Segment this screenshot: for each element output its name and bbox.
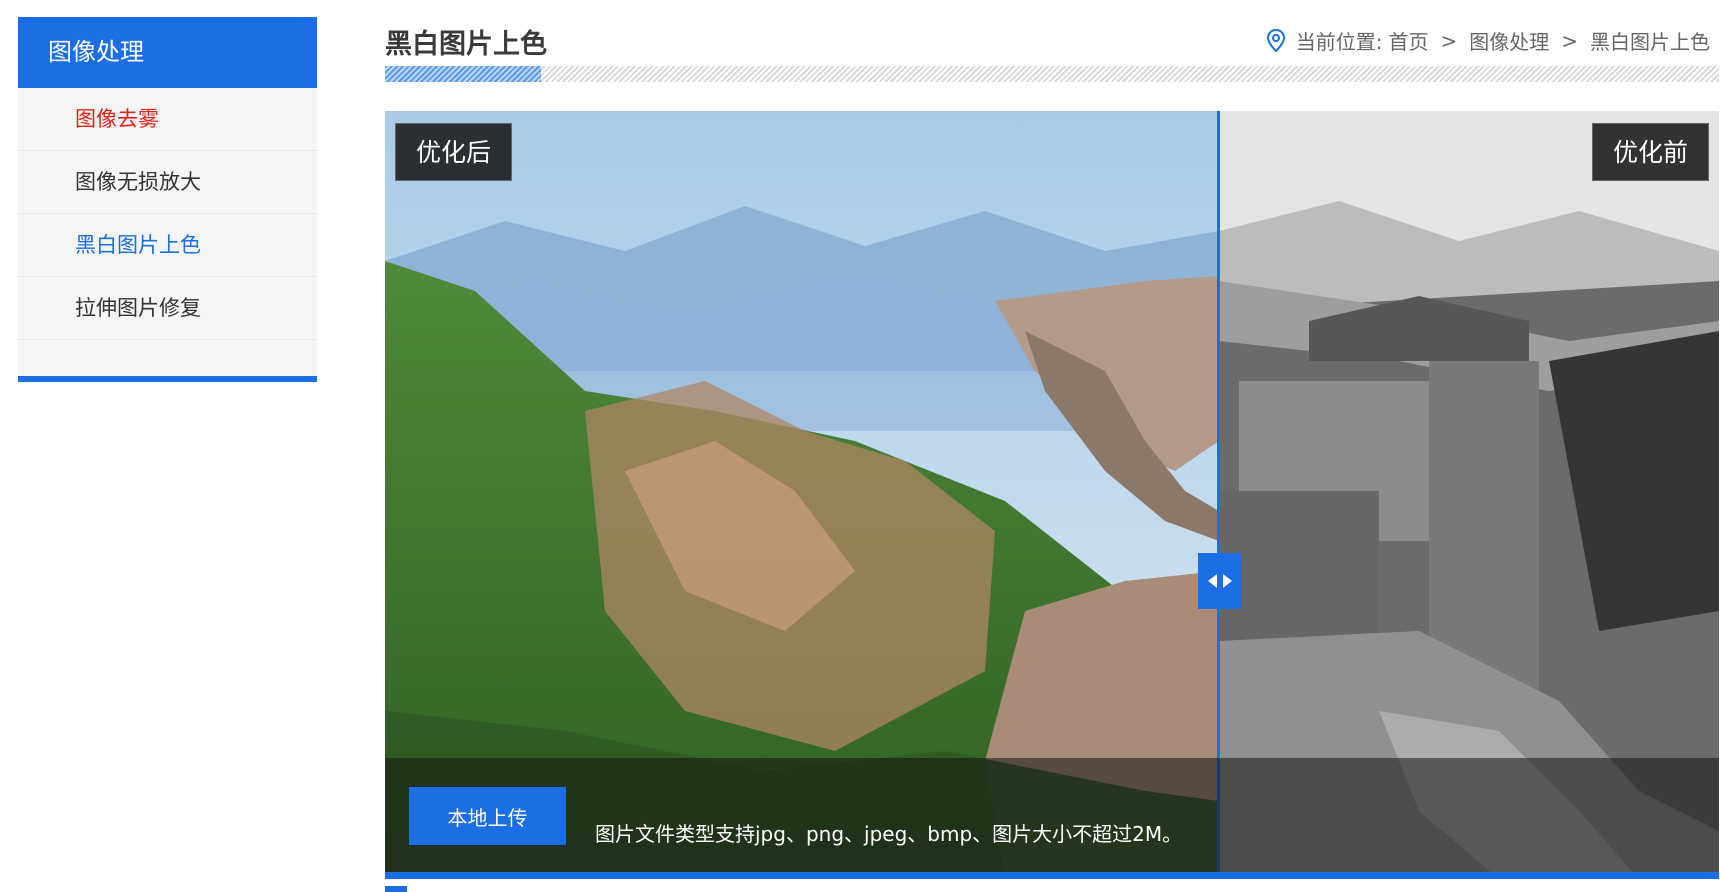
breadcrumb-prefix: 当前位置: <box>1295 30 1383 54</box>
page-title: 黑白图片上色 <box>385 29 547 60</box>
before-label: 优化前 <box>1591 123 1709 181</box>
sidebar-item-colorize[interactable]: 黑白图片上色 <box>18 214 317 277</box>
title-underline-accent <box>385 66 541 82</box>
breadcrumb-current: 黑白图片上色 <box>1590 30 1710 54</box>
sidebar: 图像处理 图像去雾 图像无损放大 黑白图片上色 拉伸图片修复 <box>18 17 317 382</box>
local-upload-button[interactable]: 本地上传 <box>409 787 566 845</box>
breadcrumb-separator: > <box>1440 28 1458 53</box>
breadcrumb-image-processing[interactable]: 图像处理 <box>1469 26 1549 55</box>
location-pin-icon <box>1266 28 1285 52</box>
sidebar-footer <box>18 340 317 382</box>
sidebar-title: 图像处理 <box>18 17 317 88</box>
sidebar-item-stretch-repair[interactable]: 拉伸图片修复 <box>18 277 317 340</box>
compare-viewer[interactable]: 优化后 优化前 本地上传 图片文件类型支持jpg、png、jpeg、bmp、图片… <box>385 111 1719 879</box>
arrow-right-icon <box>1222 574 1232 588</box>
breadcrumb-separator: > <box>1561 28 1578 53</box>
after-label: 优化后 <box>395 123 513 181</box>
breadcrumb: 当前位置: 首页 > 图像处理 > 黑白图片上色 <box>1266 26 1710 55</box>
section-marker <box>385 886 407 892</box>
sidebar-item-dehaze[interactable]: 图像去雾 <box>18 88 317 151</box>
breadcrumb-home[interactable]: 首页 <box>1388 26 1428 55</box>
arrow-left-icon <box>1207 574 1217 588</box>
sidebar-item-lossless-enlarge[interactable]: 图像无损放大 <box>18 151 317 214</box>
upload-bar: 本地上传 图片文件类型支持jpg、png、jpeg、bmp、图片大小不超过2M。 <box>385 758 1719 879</box>
upload-hint: 图片文件类型支持jpg、png、jpeg、bmp、图片大小不超过2M。 <box>595 822 1183 846</box>
title-underline <box>385 66 1719 82</box>
sidebar-list: 图像去雾 图像无损放大 黑白图片上色 拉伸图片修复 <box>18 88 317 340</box>
compare-slider-handle[interactable] <box>1198 553 1241 609</box>
